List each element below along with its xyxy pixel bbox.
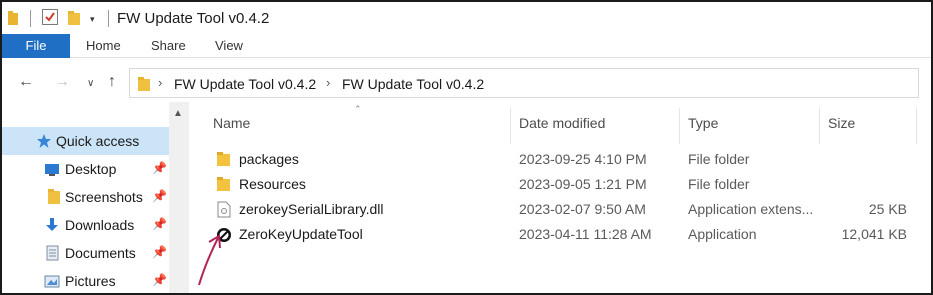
column-header-name[interactable]: Name: [213, 115, 250, 131]
file-size: 25 KB: [868, 201, 907, 217]
file-type: File folder: [688, 151, 750, 167]
file-list: ⌃ Name Date modified Type Size packages …: [192, 102, 931, 293]
column-divider[interactable]: [510, 108, 511, 144]
pin-icon[interactable]: 📌: [152, 189, 167, 203]
column-header-size[interactable]: Size: [828, 115, 855, 131]
window-title: FW Update Tool v0.4.2: [117, 10, 270, 27]
nav-item-label: Quick access: [56, 133, 140, 149]
column-header-type[interactable]: Type: [688, 115, 718, 131]
tab-home[interactable]: Home: [86, 34, 121, 58]
pictures-icon: [44, 275, 60, 288]
chevron-right-icon[interactable]: ›: [158, 75, 162, 90]
ribbon-tabs: File Home Share View: [2, 34, 931, 58]
nav-item-label: Screenshots: [65, 189, 143, 205]
nav-item-label: Documents: [65, 245, 136, 261]
explorer-window: ▾ FW Update Tool v0.4.2 File Home Share …: [0, 0, 933, 295]
folder-icon: [217, 177, 230, 191]
customize-toolbar-dropdown[interactable]: ▾: [90, 14, 95, 25]
tab-view[interactable]: View: [215, 34, 243, 58]
file-name: packages: [239, 151, 299, 167]
column-divider[interactable]: [679, 108, 680, 144]
file-name: zerokeySerialLibrary.dll: [239, 201, 384, 217]
nav-scrollbar[interactable]: ▲: [169, 102, 189, 293]
sort-ascending-icon: ⌃: [354, 104, 362, 114]
back-button[interactable]: ←: [18, 73, 34, 91]
nav-item-quick-access[interactable]: Quick access: [2, 127, 169, 155]
file-row-dll[interactable]: zerokeySerialLibrary.dll 2023-02-07 9:50…: [192, 197, 931, 222]
file-date: 2023-04-11 11:28 AM: [519, 226, 652, 242]
file-row-exe[interactable]: ZeroKeyUpdateTool 2023-04-11 11:28 AM Ap…: [192, 222, 931, 247]
new-folder-quick-access-button[interactable]: [68, 11, 80, 25]
nav-item-screenshots[interactable]: Screenshots 📌: [2, 183, 169, 211]
breadcrumb-item[interactable]: FW Update Tool v0.4.2: [174, 76, 316, 92]
file-row-resources[interactable]: Resources 2023-09-05 1:21 PM File folder: [192, 172, 931, 197]
desktop-icon: [45, 164, 59, 176]
forward-button[interactable]: →: [54, 73, 70, 91]
dll-icon: [217, 201, 231, 218]
recent-locations-dropdown[interactable]: ∨: [87, 78, 94, 89]
column-header-date[interactable]: Date modified: [519, 115, 605, 131]
pin-icon[interactable]: 📌: [152, 273, 167, 287]
folder-icon: [8, 11, 18, 25]
tab-share[interactable]: Share: [151, 34, 186, 58]
file-row-packages[interactable]: packages 2023-09-25 4:10 PM File folder: [192, 147, 931, 172]
chevron-right-icon[interactable]: ›: [326, 75, 330, 90]
tab-file[interactable]: File: [2, 34, 70, 58]
nav-item-label: Downloads: [65, 217, 135, 233]
file-date: 2023-09-05 1:21 PM: [519, 176, 647, 192]
folder-icon: [48, 189, 60, 204]
column-divider[interactable]: [819, 108, 820, 144]
checkmark-icon: [45, 12, 55, 22]
folder-icon: [138, 77, 150, 91]
nav-item-label: Pictures: [65, 273, 116, 289]
file-type: File folder: [688, 176, 750, 192]
nav-item-desktop[interactable]: Desktop 📌: [2, 155, 169, 183]
file-type: Application extens...: [688, 201, 814, 217]
documents-icon: [46, 245, 59, 261]
star-icon: [37, 134, 51, 148]
pin-icon[interactable]: 📌: [152, 161, 167, 175]
nav-item-label: Desktop: [65, 161, 117, 177]
nav-item-pictures[interactable]: Pictures 📌: [2, 267, 169, 293]
file-date: 2023-09-25 4:10 PM: [519, 151, 647, 167]
annotation-arrow-icon: [198, 234, 221, 286]
pin-icon[interactable]: 📌: [152, 217, 167, 231]
breadcrumb-item[interactable]: FW Update Tool v0.4.2: [342, 76, 484, 92]
file-type: Application: [688, 226, 757, 242]
pin-icon[interactable]: 📌: [152, 245, 167, 259]
file-size: 12,041 KB: [841, 226, 907, 242]
file-name: ZeroKeyUpdateTool: [239, 226, 363, 242]
separator: [108, 10, 109, 27]
up-button[interactable]: ↑: [108, 73, 116, 91]
nav-item-documents[interactable]: Documents 📌: [2, 239, 169, 267]
separator: [30, 10, 31, 27]
title-bar: ▾ FW Update Tool v0.4.2: [2, 2, 931, 34]
column-divider[interactable]: [916, 108, 917, 144]
file-date: 2023-02-07 9:50 AM: [519, 201, 646, 217]
nav-item-downloads[interactable]: Downloads 📌: [2, 211, 169, 239]
navigation-bar: ← → ∨ ↑ › FW Update Tool v0.4.2 › FW Upd…: [2, 64, 931, 102]
address-bar[interactable]: › FW Update Tool v0.4.2 › FW Update Tool…: [129, 68, 919, 98]
scroll-up-icon[interactable]: ▲: [173, 108, 183, 119]
file-name: Resources: [239, 176, 306, 192]
navigation-pane: Quick access Desktop 📌 Screenshots 📌 Dow…: [2, 102, 192, 293]
properties-quick-access-button[interactable]: [42, 9, 58, 25]
folder-icon: [217, 152, 230, 166]
download-icon: [46, 218, 58, 231]
